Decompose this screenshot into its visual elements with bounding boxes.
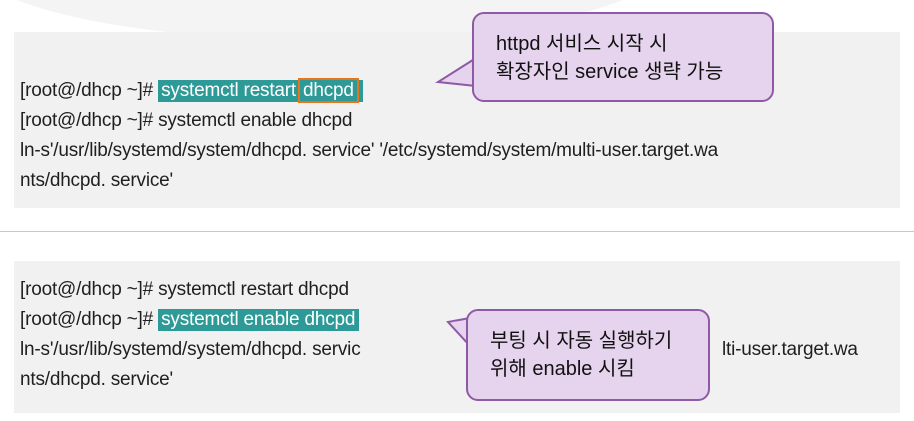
callout-line-2: 위해 enable 시킴 <box>490 358 635 380</box>
callout-line-1: 부팅 시 자동 실행하기 <box>490 330 673 352</box>
callout-tail-2 <box>446 316 472 349</box>
annotation-callout-enable: 부팅 시 자동 실행하기 위해 enable 시킴 <box>466 309 710 401</box>
